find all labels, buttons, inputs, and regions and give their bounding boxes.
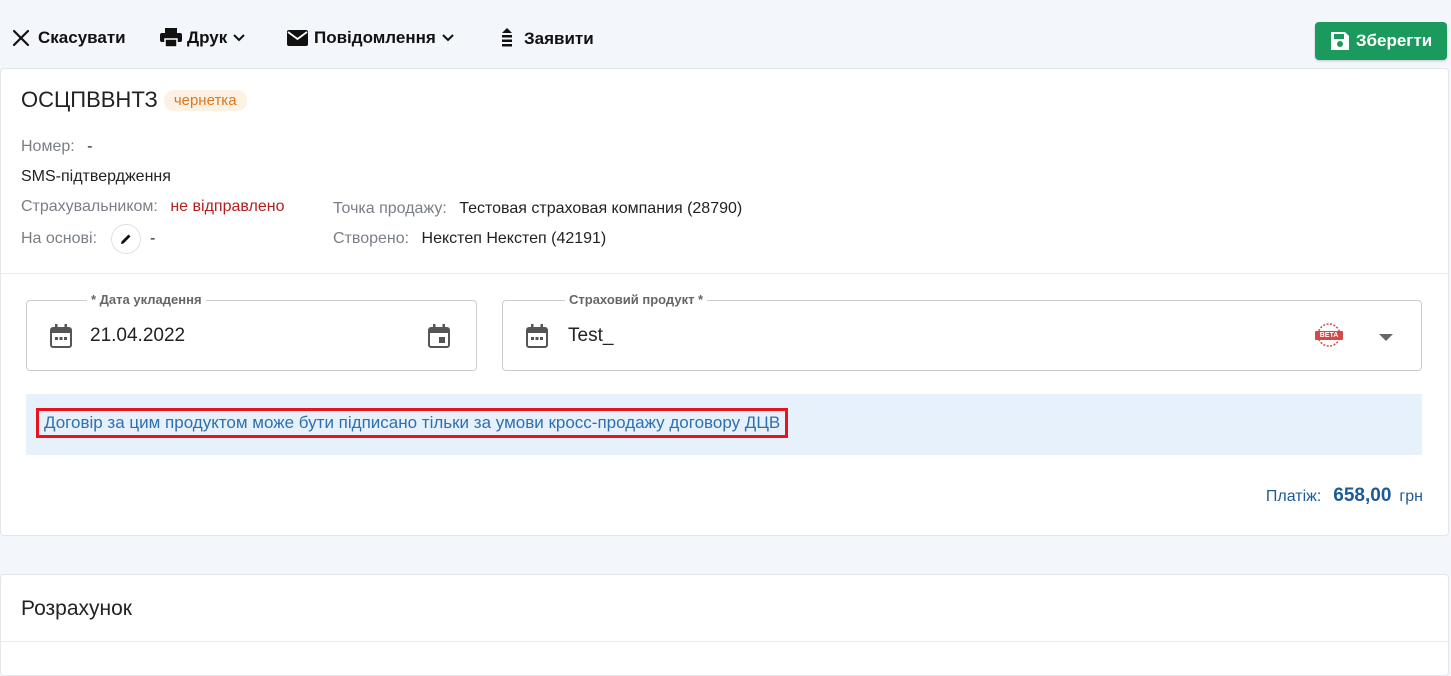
conclusion-date-value: 21.04.2022 xyxy=(90,325,186,346)
calendar-icon xyxy=(50,324,72,348)
notifications-button[interactable]: Повідомлення xyxy=(287,28,455,48)
print-button[interactable]: Друк xyxy=(160,28,246,48)
calculation-card: Розрахунок xyxy=(0,574,1449,676)
number-row: Номер: - xyxy=(21,138,92,156)
insurance-product-value: Test_ xyxy=(568,325,614,346)
status-badge: чернетка xyxy=(163,89,247,111)
notifications-label: Повідомлення xyxy=(314,28,436,47)
declare-label: Заявити xyxy=(524,29,594,48)
sale-point-row: Точка продажу: Тестовая страховая компан… xyxy=(333,200,742,218)
save-label: Зберегти xyxy=(1355,31,1433,50)
divider xyxy=(1,641,1448,642)
based-on-row: На основі: - xyxy=(21,224,155,254)
insurer-status: не відправлено xyxy=(170,198,285,215)
based-on-value: - xyxy=(149,230,156,248)
number-label: Номер: xyxy=(21,138,75,155)
insurance-product-label: Страховий продукт * xyxy=(565,292,708,307)
payment-label: Платіж: xyxy=(1265,488,1322,505)
title-row: ОСЦПВВНТЗ чернетка xyxy=(21,87,247,113)
insurer-row: Страхувальником: не відправлено xyxy=(21,198,284,216)
sale-point-label: Точка продажу: xyxy=(333,200,447,217)
insurance-product-select[interactable]: Страховий продукт * Test_ BETA xyxy=(502,292,1422,371)
payment-currency: грн xyxy=(1399,488,1423,505)
beta-badge-label: BETA xyxy=(1319,332,1339,339)
close-icon xyxy=(12,29,30,47)
sale-point-value: Тестовая страховая компания (28790) xyxy=(459,200,743,217)
cross-sale-notice-text: Договір за цим продуктом може бути підпи… xyxy=(36,408,789,438)
based-on-label: На основі: xyxy=(21,230,98,248)
floppy-disk-icon xyxy=(1330,32,1349,50)
created-row: Створено: Некстеп Некстеп (42191) xyxy=(333,230,606,248)
toolbar: Скасувати Друк Повідомлення Заявити Збер… xyxy=(0,0,1451,68)
payment-summary: Платіж: 658,00 грн xyxy=(1266,485,1423,507)
mail-icon xyxy=(287,30,308,46)
dropdown-arrow-icon[interactable] xyxy=(1379,334,1393,342)
chevron-down-icon xyxy=(442,34,454,42)
cross-sale-notice: Договір за цим продуктом може бути підпи… xyxy=(26,394,1422,455)
sms-confirmation-heading: SMS-підтвердження xyxy=(21,168,171,185)
calendar-picker-icon[interactable] xyxy=(428,324,450,348)
number-value: - xyxy=(87,138,93,155)
created-value: Некстеп Некстеп (42191) xyxy=(421,230,607,247)
conclusion-date-label: * Дата укладення xyxy=(87,292,206,307)
document-card: ОСЦПВВНТЗ чернетка Номер: - SMS-підтверд… xyxy=(0,68,1449,536)
divider xyxy=(1,273,1448,274)
conclusion-date-field[interactable]: * Дата укладення 21.04.2022 xyxy=(26,292,477,371)
pencil-icon xyxy=(121,234,131,244)
created-label: Створено: xyxy=(333,230,410,247)
cancel-label: Скасувати xyxy=(38,28,126,47)
upload-list-icon xyxy=(502,28,512,47)
calendar-icon xyxy=(526,324,548,348)
calculation-title: Розрахунок xyxy=(21,597,132,620)
insurer-label: Страхувальником: xyxy=(21,198,158,215)
beta-stamp-icon: BETA xyxy=(1313,323,1345,347)
save-button[interactable]: Зберегти xyxy=(1315,22,1447,60)
payment-value: 658,00 xyxy=(1333,485,1392,506)
declare-button[interactable]: Заявити xyxy=(500,28,594,50)
page-title: ОСЦПВВНТЗ xyxy=(21,87,158,112)
print-label: Друк xyxy=(187,28,228,47)
edit-based-on-button[interactable] xyxy=(111,224,142,254)
chevron-down-icon xyxy=(233,34,245,42)
printer-icon xyxy=(160,28,182,48)
cancel-button[interactable]: Скасувати xyxy=(12,28,126,48)
